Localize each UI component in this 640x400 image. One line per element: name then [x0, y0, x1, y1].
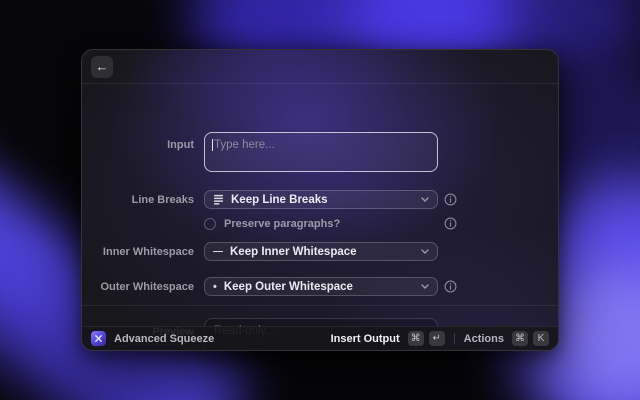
action-bar: Advanced Squeeze Insert Output ⌘ ↵ Actio… — [82, 326, 558, 350]
input-label: Input — [82, 139, 194, 151]
actions-menu-button[interactable]: Actions — [464, 333, 504, 345]
input-textarea[interactable] — [204, 132, 438, 172]
raycast-extension-window: ← Input Line Breaks — [81, 49, 559, 351]
outer-whitespace-control: • Keep Outer Whitespace — [204, 277, 438, 296]
footer-divider — [454, 333, 455, 344]
line-breaks-label: Line Breaks — [82, 194, 194, 206]
text-cursor — [212, 139, 213, 151]
chevron-down-icon — [421, 197, 429, 202]
inner-whitespace-label: Inner Whitespace — [82, 246, 194, 258]
info-icon[interactable] — [444, 217, 457, 230]
outer-whitespace-value: Keep Outer Whitespace — [224, 281, 414, 293]
form-body: Input Line Breaks — [82, 84, 558, 328]
inner-whitespace-dropdown[interactable]: — Keep Inner Whitespace — [204, 242, 438, 261]
window-header: ← — [82, 50, 558, 84]
k-key-badge[interactable]: K — [533, 331, 549, 346]
input-control — [204, 132, 438, 172]
advanced-squeeze-app-icon — [91, 331, 106, 346]
chevron-down-icon — [421, 249, 429, 254]
preserve-paragraphs-checkbox[interactable] — [204, 218, 216, 230]
line-breaks-row: Line Breaks Keep Line Breaks — [82, 190, 558, 209]
chevron-down-icon — [421, 284, 429, 289]
return-key-badge[interactable]: ↵ — [429, 331, 445, 346]
line-breaks-value: Keep Line Breaks — [231, 194, 414, 206]
cmd-key-badge[interactable]: ⌘ — [408, 331, 424, 346]
outer-whitespace-dropdown[interactable]: • Keep Outer Whitespace — [204, 277, 438, 296]
dash-icon: — — [213, 246, 223, 257]
info-icon[interactable] — [444, 280, 457, 293]
line-breaks-dropdown[interactable]: Keep Line Breaks — [204, 190, 438, 209]
input-row: Input — [82, 132, 558, 172]
cmd-key-badge[interactable]: ⌘ — [512, 331, 528, 346]
inner-whitespace-control: — Keep Inner Whitespace — [204, 242, 438, 261]
preserve-paragraphs-row: Preserve paragraphs? — [82, 217, 558, 231]
outer-whitespace-row: Outer Whitespace • Keep Outer Whitespace — [82, 277, 558, 296]
back-button[interactable]: ← — [91, 56, 113, 78]
footer-actions: Insert Output ⌘ ↵ Actions ⌘ K — [331, 331, 549, 346]
extension-title: Advanced Squeeze — [114, 333, 214, 345]
line-breaks-control: Keep Line Breaks — [204, 190, 438, 209]
inner-whitespace-row: Inner Whitespace — Keep Inner Whitespace — [82, 242, 558, 261]
info-icon[interactable] — [444, 193, 457, 206]
outer-whitespace-label: Outer Whitespace — [82, 281, 194, 293]
text-lines-icon — [213, 194, 224, 205]
bullet-icon: • — [213, 281, 217, 293]
insert-output-action[interactable]: Insert Output — [331, 333, 400, 345]
inner-whitespace-value: Keep Inner Whitespace — [230, 246, 414, 258]
section-divider — [82, 305, 558, 306]
preserve-paragraphs-label[interactable]: Preserve paragraphs? — [224, 218, 340, 230]
